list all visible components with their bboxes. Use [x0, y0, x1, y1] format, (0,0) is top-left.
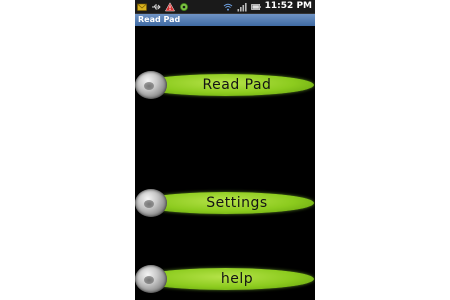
knob-icon: [135, 265, 167, 293]
phone-screen: 11:52 PM Read Pad Read Pad Settings help: [135, 0, 315, 300]
knob-icon: [135, 189, 167, 217]
usb-icon: [152, 4, 161, 9]
app-title: Read Pad: [138, 15, 181, 24]
read-pad-button-label: Read Pad: [202, 77, 272, 93]
warning-icon: [165, 1, 175, 11]
wifi-icon: [223, 3, 232, 11]
help-button-label: help: [220, 271, 254, 287]
read-pad-button[interactable]: Read Pad: [135, 70, 315, 100]
notification-icons: [137, 1, 189, 12]
system-icons: 11:52 PM: [223, 1, 312, 12]
battery-icon: [250, 3, 261, 10]
knob-icon: [135, 71, 167, 99]
status-bar: 11:52 PM: [135, 0, 315, 14]
settings-gear-icon: [180, 2, 188, 11]
settings-button-label: Settings: [206, 195, 268, 211]
help-button[interactable]: help: [135, 264, 315, 294]
status-clock: 11:52 PM: [264, 1, 312, 11]
signal-icon: [237, 2, 247, 11]
mail-icon: [137, 3, 147, 11]
settings-button[interactable]: Settings: [135, 188, 315, 218]
title-bar: Read Pad: [135, 14, 315, 26]
